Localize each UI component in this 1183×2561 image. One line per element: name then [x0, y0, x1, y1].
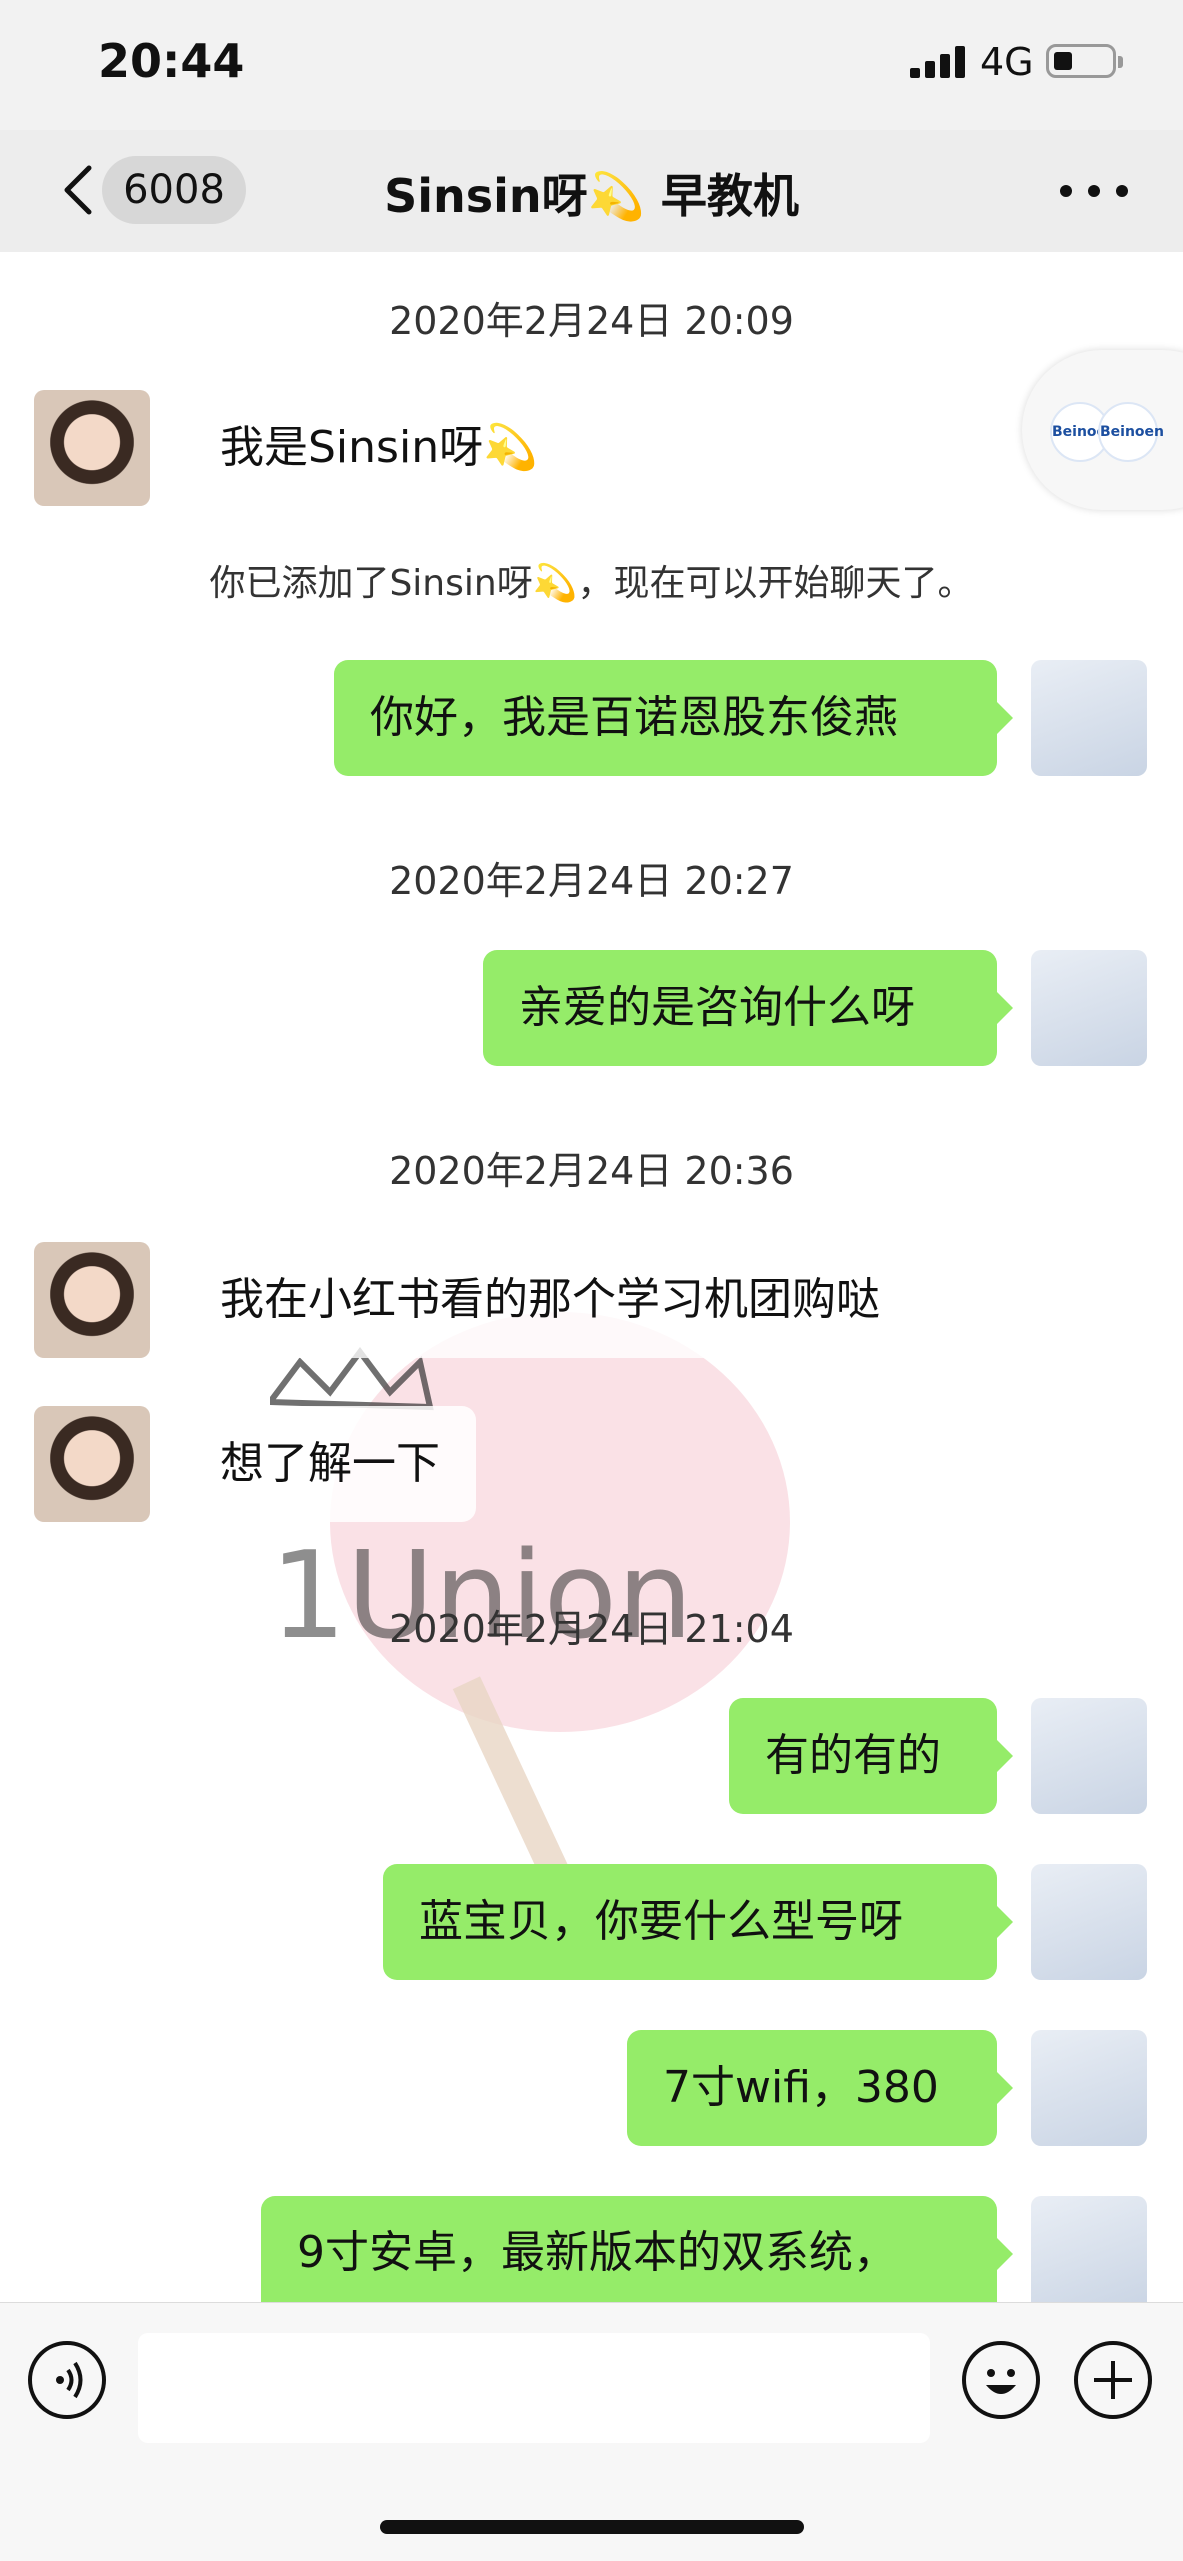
- message-text-field[interactable]: [138, 2333, 930, 2443]
- timestamp: 2020年2月24日 20:27: [389, 859, 794, 903]
- chat-area[interactable]: 1Union Beinoen Beinoen 2020年2月24日 20:09 …: [0, 252, 1183, 2302]
- floating-mini-program-badge[interactable]: Beinoen Beinoen: [1022, 350, 1183, 510]
- brand-logo-2: Beinoen: [1098, 402, 1164, 462]
- outgoing-message[interactable]: 9寸安卓，最新版本的双系统，: [261, 2196, 1013, 2302]
- battery-icon: [1046, 44, 1123, 78]
- timestamp: 2020年2月24日 20:09: [389, 299, 794, 343]
- more-options-icon[interactable]: [1060, 185, 1130, 199]
- network-type: 4G: [980, 40, 1034, 84]
- system-notice: 你已添加了Sinsin呀💫，现在可以开始聊天了。: [209, 563, 974, 604]
- incoming-message[interactable]: 想了解一下: [168, 1406, 476, 1522]
- voice-input-icon[interactable]: [28, 2341, 106, 2419]
- status-time: 20:44: [98, 34, 245, 88]
- contact-avatar[interactable]: [34, 1406, 150, 1522]
- my-avatar[interactable]: [1031, 1864, 1147, 1980]
- my-avatar[interactable]: [1031, 660, 1147, 776]
- chat-title: Sinsin呀💫 早教机: [384, 169, 799, 223]
- my-avatar[interactable]: [1031, 950, 1147, 1066]
- contact-avatar[interactable]: [34, 1242, 150, 1358]
- emoji-icon[interactable]: [962, 2341, 1040, 2419]
- my-avatar[interactable]: [1031, 2196, 1147, 2302]
- incoming-message[interactable]: 我是Sinsin呀💫: [168, 390, 574, 506]
- my-avatar[interactable]: [1031, 1698, 1147, 1814]
- outgoing-message[interactable]: 有的有的: [729, 1698, 1013, 1814]
- home-indicator[interactable]: [380, 2520, 804, 2534]
- outgoing-message[interactable]: 7寸wifi，380: [627, 2030, 1013, 2146]
- timestamp: 2020年2月24日 20:36: [389, 1149, 794, 1193]
- chat-header: 6008 Sinsin呀💫 早教机: [0, 130, 1183, 253]
- outgoing-message[interactable]: 亲爱的是咨询什么呀: [483, 950, 1013, 1066]
- contact-avatar[interactable]: [34, 390, 150, 506]
- outgoing-message[interactable]: 你好，我是百诺恩股东俊燕: [334, 660, 1013, 776]
- my-avatar[interactable]: [1031, 2030, 1147, 2146]
- cell-signal-icon: [910, 46, 966, 78]
- outgoing-message[interactable]: 蓝宝贝，你要什么型号呀: [383, 1864, 1013, 1980]
- incoming-message[interactable]: 我在小红书看的那个学习机团购哒: [168, 1242, 916, 1358]
- plus-icon[interactable]: [1074, 2341, 1152, 2419]
- timestamp: 2020年2月24日 21:04: [389, 1607, 794, 1651]
